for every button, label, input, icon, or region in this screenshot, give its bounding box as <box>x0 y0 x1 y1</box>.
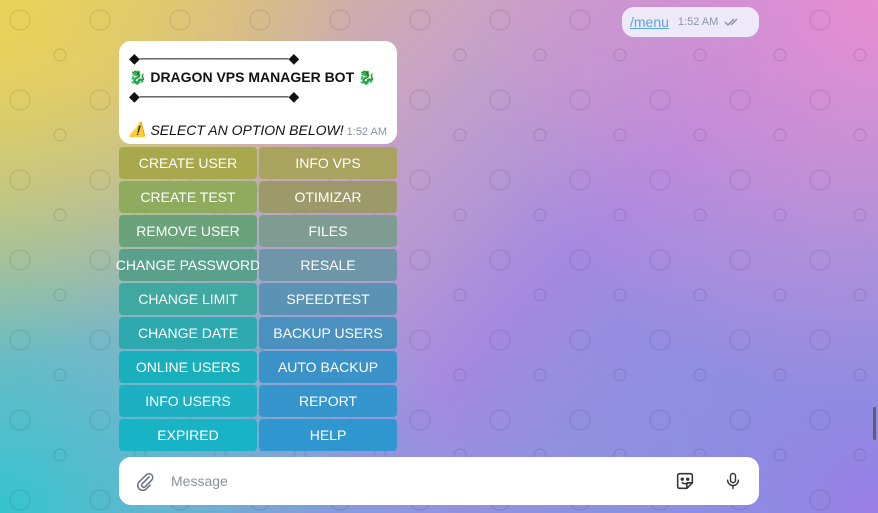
sticker-icon[interactable] <box>673 469 697 493</box>
report-button[interactable]: REPORT <box>259 385 397 417</box>
speedtest-button[interactable]: SPEEDTEST <box>259 283 397 315</box>
bot-title-text: DRAGON VPS MANAGER BOT <box>150 69 355 85</box>
dragon-emoji-icon: 🐉 <box>358 69 376 85</box>
message-composer <box>119 457 759 505</box>
chat-scrollbar[interactable] <box>873 407 876 440</box>
create-test-button[interactable]: CREATE TEST <box>119 181 257 213</box>
message-input[interactable] <box>171 473 673 489</box>
backup-users-button[interactable]: BACKUP USERS <box>259 317 397 349</box>
help-button[interactable]: HELP <box>259 419 397 451</box>
info-vps-button[interactable]: INFO VPS <box>259 147 397 179</box>
online-users-button[interactable]: ONLINE USERS <box>119 351 257 383</box>
bot-prompt-text: SELECT AN OPTION BELOW! <box>150 121 344 138</box>
info-users-button[interactable]: INFO USERS <box>119 385 257 417</box>
outgoing-message: /menu 1:52 AM <box>622 7 759 37</box>
paperclip-icon[interactable] <box>133 469 157 493</box>
auto-backup-button[interactable]: AUTO BACKUP <box>259 351 397 383</box>
files-button[interactable]: FILES <box>259 215 397 247</box>
dragon-emoji-icon: 🐉 <box>129 69 147 85</box>
expired-button[interactable]: EXPIRED <box>119 419 257 451</box>
warning-icon: ⚠️ <box>129 121 147 137</box>
bot-prompt: ⚠️ SELECT AN OPTION BELOW! <box>129 121 344 138</box>
resale-button[interactable]: RESALE <box>259 249 397 281</box>
create-user-button[interactable]: CREATE USER <box>119 147 257 179</box>
double-check-icon <box>724 17 742 27</box>
change-date-button[interactable]: CHANGE DATE <box>119 317 257 349</box>
separator-bottom: ◆───────────────◆ <box>129 88 300 104</box>
remove-user-button[interactable]: REMOVE USER <box>119 215 257 247</box>
change-limit-button[interactable]: CHANGE LIMIT <box>119 283 257 315</box>
inline-keyboard: CREATE USER INFO VPS CREATE TEST OTIMIZAR RE… <box>116 147 397 451</box>
bot-title: 🐉 DRAGON VPS MANAGER BOT 🐉 <box>129 68 387 87</box>
otimizar-button[interactable]: OTIMIZAR <box>259 181 397 213</box>
outgoing-time: 1:52 AM <box>677 16 719 28</box>
menu-command-link[interactable]: /menu <box>630 14 669 30</box>
separator-top: ◆───────────────◆ <box>129 50 300 66</box>
bot-message-time: 1:52 AM <box>346 126 387 138</box>
bot-message-bubble: ◆───────────────◆ 🐉 DRAGON VPS MANAGER B… <box>119 41 397 144</box>
change-password-button[interactable]: CHANGE PASSWORD <box>116 249 260 281</box>
microphone-icon[interactable] <box>721 469 745 493</box>
